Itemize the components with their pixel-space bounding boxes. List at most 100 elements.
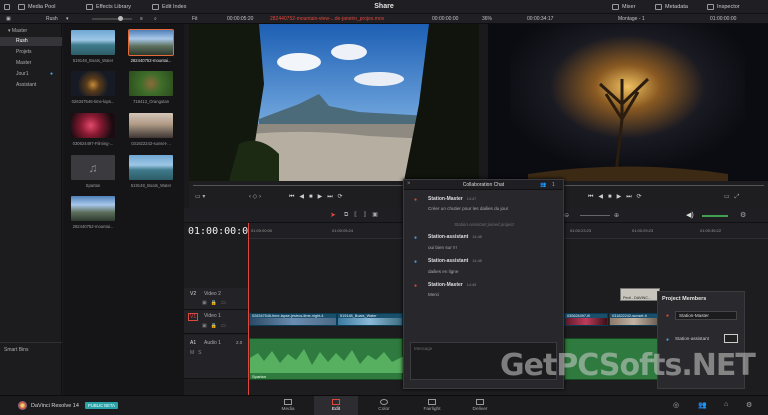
track-controls-icons[interactable]: ▣🔒▭: [202, 300, 230, 306]
member-item[interactable]: Station-assistant: [675, 336, 709, 341]
sort-icon[interactable]: ≡: [140, 14, 143, 24]
deliver-page-icon: [476, 399, 484, 405]
bin-view-icon[interactable]: ▣: [6, 14, 11, 24]
bin-item-rush[interactable]: Rush: [0, 37, 62, 46]
track-controls-icons[interactable]: ▣🔒▭: [202, 323, 230, 329]
page-tab-deliver[interactable]: Deliver: [458, 396, 502, 415]
metadata-icon: [655, 4, 662, 10]
clip-label: 031822242-sunset-...: [131, 141, 171, 146]
bin-master[interactable]: ▾ Master: [8, 28, 27, 34]
page-tab-media[interactable]: Media: [266, 396, 310, 415]
bin-item-master[interactable]: Master: [16, 60, 31, 66]
viewer-header-bar: ▣ Rush ▾ ≡ ⌕ Fit 00:00:05:20 282440752-m…: [0, 14, 768, 24]
timeline-clip[interactable]: 031822242-sunset-ti: [609, 313, 659, 326]
media-pool-grid: 519148_Boats_Water 282440752-mountai... …: [63, 24, 184, 395]
fairlight-page-icon: [428, 399, 436, 405]
selection-tool-icon[interactable]: ➤: [330, 211, 336, 219]
home-icon[interactable]: ⌂: [724, 401, 728, 408]
edit-tools-icons[interactable]: ⧉⟦⟧▣: [344, 211, 384, 219]
source-viewer[interactable]: [189, 24, 479, 181]
jog-icon[interactable]: ‹ ◇ ›: [249, 193, 261, 200]
screen-share-icon[interactable]: [724, 334, 738, 343]
source-timecode: 00:00:05:20: [227, 16, 254, 22]
slider-handle[interactable]: [118, 16, 123, 21]
clip-thumbnail[interactable]: [71, 113, 115, 138]
timeline-clip[interactable]: 030624497-fil: [564, 313, 608, 326]
users-icon[interactable]: 👥: [698, 401, 707, 409]
clip-thumbnail[interactable]: [129, 155, 173, 180]
page-navigation-bar: DaVinci Resolve 14 PUBLIC BETA Media Edi…: [0, 395, 768, 415]
bin-master-label: Master: [11, 28, 28, 34]
smart-bins-header[interactable]: Smart Bins: [4, 347, 28, 353]
inspector-button[interactable]: Inspector: [707, 0, 740, 14]
bin-dropdown-icon[interactable]: ▾: [66, 14, 69, 24]
timeline-clip-v2[interactable]: Pedl - DAVINC...: [620, 288, 660, 301]
timeline-clip[interactable]: 519148_Boats_Water: [337, 313, 403, 326]
viewer-options-buttons[interactable]: ▭⤢: [724, 193, 744, 201]
clip-thumbnail-selected[interactable]: [128, 29, 174, 56]
thumbnail-size-slider[interactable]: [92, 16, 132, 21]
watermark: GetPCSofts.NET: [500, 348, 756, 383]
edit-page-icon: [332, 399, 340, 405]
timeline-name[interactable]: Montage - 1: [618, 14, 645, 24]
mixer-button[interactable]: Mixer: [612, 0, 635, 14]
track-name[interactable]: Audio 1: [204, 340, 221, 346]
settings-icon[interactable]: ⚙: [740, 211, 746, 219]
page-title: Share: [374, 3, 394, 10]
zoom-in-icon[interactable]: ⊕: [614, 212, 619, 219]
system-message: Station-assistant joined project: [454, 222, 514, 227]
search-icon[interactable]: ⌕: [154, 14, 157, 24]
message-placeholder: Message: [414, 346, 433, 351]
ruler-tick: 01:00:05:24: [332, 228, 354, 233]
message-author: Station-Master 14:47: [428, 196, 476, 202]
page-tab-label: Media: [281, 407, 295, 412]
top-toolbar: Media Pool Effects Library Edit Index Sh…: [0, 0, 768, 14]
clip-label: 030624497-Filming-...: [72, 141, 114, 146]
transport-buttons[interactable]: ⏮◀■▶⏭⟳: [289, 193, 348, 201]
clip-thumbnail[interactable]: [129, 71, 173, 96]
page-tab-label: Edit: [331, 407, 341, 412]
bin-item-assistant[interactable]: Assistant: [16, 82, 36, 88]
ruler-tick: 01:00:29:23: [632, 228, 654, 233]
bin-item-jour1[interactable]: Jour1: [16, 71, 29, 77]
audio-clip-thumbnail[interactable]: ♫: [71, 155, 115, 180]
source-fit[interactable]: Fit: [192, 14, 198, 24]
volume-slider[interactable]: [702, 215, 728, 217]
clip-view-icon[interactable]: ▭ ▾: [195, 193, 205, 200]
clip-thumbnail[interactable]: [71, 196, 115, 221]
timeline-transport-buttons[interactable]: ⏮◀■▶⏭⟳: [588, 193, 647, 201]
timeline-zoom[interactable]: 36%: [482, 14, 492, 24]
chat-icon[interactable]: ◎: [673, 401, 679, 409]
track-header-v2: V2 Video 2 ▣🔒▭: [184, 288, 248, 310]
message-text: dailies en ligne: [428, 269, 459, 274]
track-name[interactable]: Video 2: [204, 291, 221, 297]
track-id[interactable]: V1: [188, 313, 199, 321]
timeline-audio-clip[interactable]: Spartan: [249, 338, 404, 380]
page-tab-fairlight[interactable]: Fairlight: [410, 396, 454, 415]
timeline-clip[interactable]: 026347546-time-lapse-jestrus-time-night-…: [249, 313, 337, 326]
users-icon[interactable]: 👥: [540, 182, 546, 188]
zoom-slider[interactable]: [580, 215, 610, 216]
bin-item-projets[interactable]: Projets: [16, 49, 32, 55]
color-page-icon: [380, 399, 388, 405]
track-header-v1: V1 Video 1 ▣🔒▭: [184, 310, 248, 334]
clip-thumbnail[interactable]: [71, 71, 115, 96]
track-name[interactable]: Video 1: [204, 313, 221, 319]
zoom-out-icon[interactable]: ⊖: [564, 212, 569, 219]
timeline-viewer[interactable]: [488, 24, 768, 181]
settings-icon[interactable]: ⚙: [746, 401, 752, 409]
metadata-button[interactable]: Metadata: [655, 0, 688, 14]
audio-track-controls[interactable]: MS: [190, 350, 206, 356]
user-icon: ●: [414, 259, 418, 265]
page-tab-label: Deliver: [472, 407, 488, 412]
track-level: 2.0: [236, 340, 243, 345]
clip-name: 026347546-time-lapse-jestrus-time-night-…: [250, 314, 336, 318]
clip-thumbnail[interactable]: [129, 113, 173, 138]
page-tab-color[interactable]: Color: [362, 396, 406, 415]
speaker-icon[interactable]: ◀): [686, 211, 694, 219]
page-tab-edit[interactable]: Edit: [314, 396, 358, 415]
author-name: Station-Master: [428, 196, 463, 202]
member-item[interactable]: Station-Master: [675, 311, 737, 320]
bin-name[interactable]: Rush: [46, 14, 58, 24]
clip-thumbnail[interactable]: [71, 30, 115, 55]
